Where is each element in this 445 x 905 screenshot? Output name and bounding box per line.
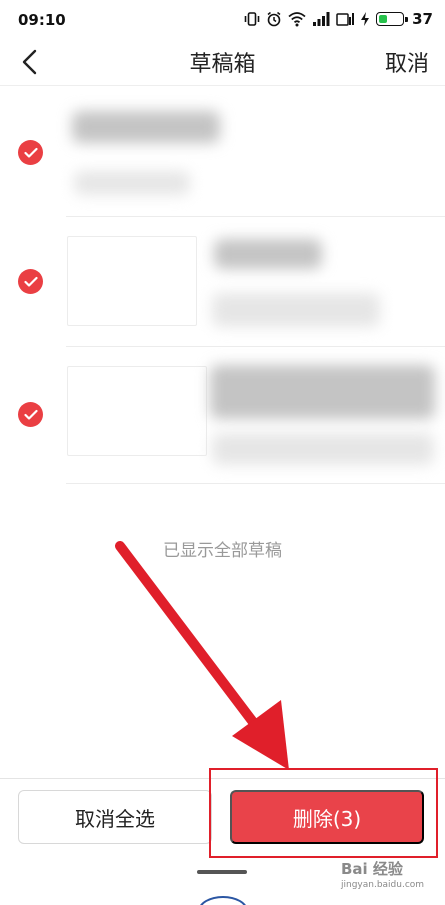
draft-item[interactable] (0, 87, 445, 217)
draft-thumbnail (67, 366, 207, 456)
watermark: Bai 经验 jingyan.baidu.com (341, 858, 425, 894)
deselect-all-button[interactable]: 取消全选 (18, 790, 212, 844)
home-indicator (197, 870, 247, 874)
blurred-draft-title (214, 239, 322, 269)
checkbox-checked[interactable] (18, 269, 43, 294)
battery-fill (379, 15, 387, 23)
blurred-draft-meta (74, 171, 190, 195)
status-bar: 09:10 37 (0, 0, 445, 40)
battery-icon (376, 12, 409, 26)
page-title: 草稿箱 (189, 52, 256, 77)
draft-item[interactable] (0, 217, 445, 347)
check-icon (23, 276, 38, 287)
status-time: 09:10 (18, 11, 66, 29)
annotation-highlight-box (209, 768, 438, 858)
blurred-draft-title (210, 365, 435, 419)
status-icons: 37 (244, 10, 433, 28)
watermark-text: Bai 经验 (341, 860, 403, 878)
checkbox-checked[interactable] (18, 402, 43, 427)
alarm-icon (266, 11, 282, 27)
draft-thumbnail (67, 236, 197, 326)
battery-percent: 37 (412, 10, 433, 28)
watermark-sub: jingyan.baidu.com (341, 880, 425, 890)
charging-icon (360, 11, 370, 27)
divider (66, 483, 445, 484)
draft-item[interactable] (0, 347, 445, 485)
blurred-draft-meta (212, 433, 434, 465)
all-drafts-shown-text: 已显示全部草稿 (163, 541, 282, 561)
vibrate-icon (244, 11, 260, 27)
blurred-draft-title (72, 111, 220, 143)
wifi-icon (288, 11, 306, 27)
hd-signal-icon (336, 11, 355, 27)
header: 草稿箱 取消 (0, 40, 445, 86)
cancel-button[interactable]: 取消 (385, 46, 429, 78)
checkbox-checked[interactable] (18, 140, 43, 165)
blurred-draft-meta (212, 293, 380, 327)
signal-icon (312, 11, 330, 27)
battery-tip (405, 17, 409, 22)
check-icon (23, 409, 38, 420)
check-icon (23, 147, 38, 158)
